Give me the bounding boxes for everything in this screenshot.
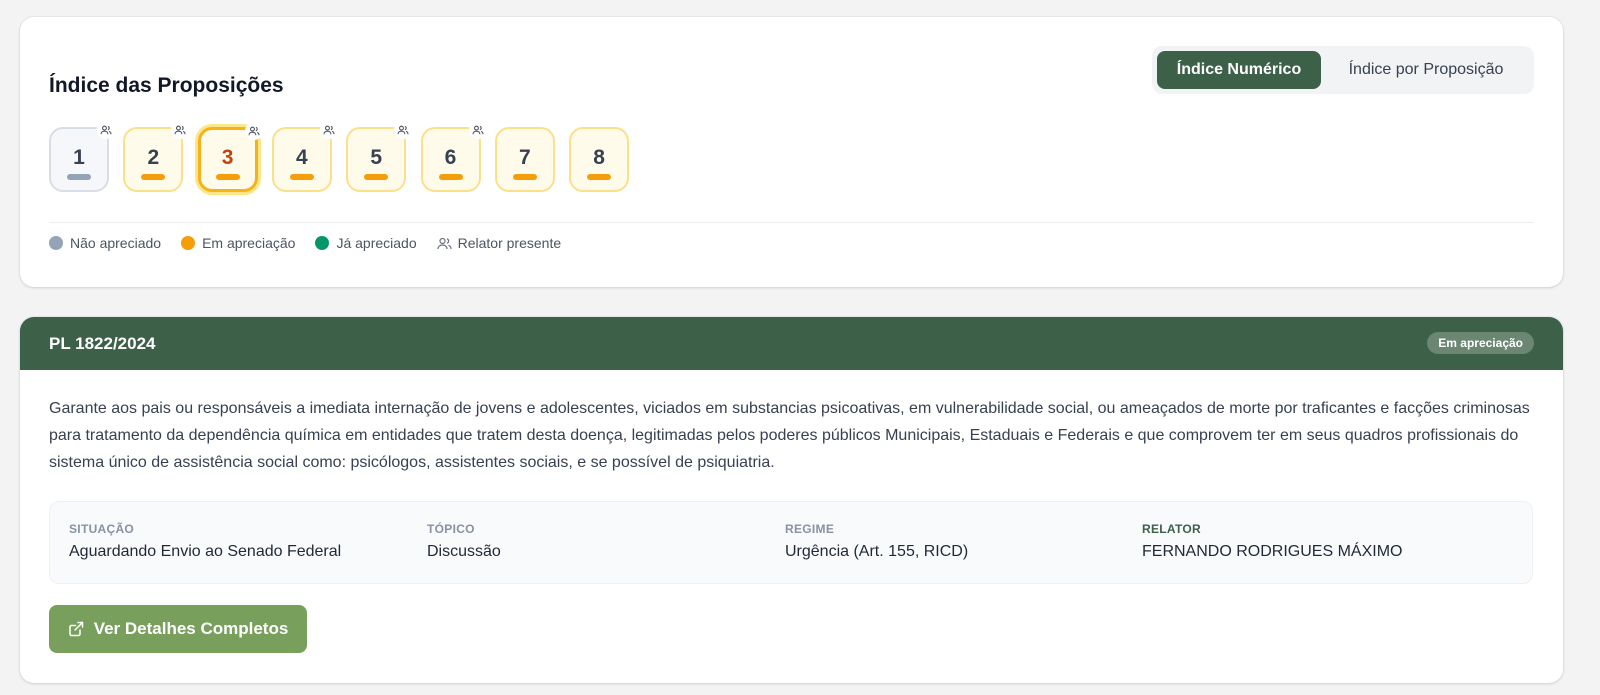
- users-icon: [468, 121, 487, 139]
- info-regime: REGIME Urgência (Art. 155, RICD): [785, 522, 968, 561]
- legend-item-ja-apreciado: Já apreciado: [315, 235, 417, 251]
- info-label: SITUAÇÃO: [69, 522, 135, 536]
- legend-dot-green: [315, 236, 330, 250]
- chip-status-bar: [364, 174, 389, 180]
- users-icon: [437, 237, 452, 250]
- divider: [49, 222, 1534, 223]
- legend-dot-orange: [181, 236, 196, 250]
- index-title: Índice das Proposições: [49, 74, 284, 97]
- users-icon: [244, 122, 263, 140]
- info-relator: RELATOR FERNANDO RODRIGUES MÁXIMO: [1142, 522, 1402, 561]
- index-view-toggle: Índice Numérico Índice por Proposição: [1152, 46, 1534, 94]
- info-value: Aguardando Envio ao Senado Federal: [69, 543, 342, 560]
- chip-number: 3: [221, 146, 234, 169]
- info-value: Urgência (Art. 155, RICD): [785, 543, 969, 560]
- chip-number: 1: [73, 146, 85, 169]
- proposition-chip-6[interactable]: 6: [420, 121, 487, 192]
- legend-label: Relator presente: [457, 235, 562, 251]
- chip-status-bar: [215, 174, 240, 180]
- chip-number: 6: [444, 146, 457, 169]
- status-legend: Não apreciado Em apreciação Já apreciado…: [49, 234, 581, 252]
- proposition-chip-5[interactable]: 5: [346, 121, 413, 192]
- legend-item-nao-apreciado: Não apreciado: [49, 235, 161, 251]
- chip-number: 5: [370, 146, 383, 169]
- users-icon: [319, 121, 338, 139]
- legend-dot-gray: [49, 236, 63, 250]
- proposition-header: PL 1822/2024 Em apreciação: [20, 317, 1563, 370]
- chip-status-bar: [512, 174, 537, 180]
- info-topico: TÓPICO Discussão: [427, 522, 501, 561]
- view-details-label: Ver Detalhes Completos: [93, 619, 289, 638]
- info-value: FERNANDO RODRIGUES MÁXIMO: [1142, 543, 1403, 560]
- tab-indice-por-proposicao[interactable]: Índice por Proposição: [1323, 51, 1529, 89]
- info-label: REGIME: [785, 522, 835, 536]
- info-label: TÓPICO: [427, 522, 475, 536]
- proposition-chip-8[interactable]: 8: [569, 127, 630, 192]
- proposition-chip-3[interactable]: 3: [197, 122, 263, 192]
- proposition-chip-1[interactable]: 1: [49, 121, 115, 192]
- chip-status-bar: [141, 174, 166, 180]
- external-link-icon: [68, 621, 83, 637]
- proposition-description: Garante aos pais ou responsáveis a imedi…: [49, 400, 1530, 471]
- chip-status-bar: [587, 174, 612, 180]
- legend-label: Em apreciação: [202, 235, 296, 251]
- status-badge: Em apreciação: [1427, 332, 1534, 354]
- chip-number: 8: [593, 146, 605, 169]
- proposition-chip-4[interactable]: 4: [271, 121, 338, 192]
- info-label: RELATOR: [1142, 522, 1201, 536]
- chip-status-bar: [289, 174, 314, 180]
- info-value: Discussão: [427, 543, 501, 560]
- chip-number: 2: [147, 146, 160, 169]
- legend-label: Já apreciado: [336, 235, 417, 251]
- proposition-chip-2[interactable]: 2: [123, 121, 190, 192]
- proposition-chip-7[interactable]: 7: [494, 127, 555, 192]
- tab-indice-numerico[interactable]: Índice Numérico: [1157, 51, 1321, 89]
- proposition-code: PL 1822/2024: [49, 334, 156, 353]
- users-icon: [171, 121, 190, 139]
- chip-status-bar: [438, 174, 463, 180]
- proposition-info-box: SITUAÇÃO Aguardando Envio ao Senado Fede…: [49, 501, 1533, 584]
- chip-number: 4: [296, 146, 308, 169]
- chip-status-bar: [67, 174, 91, 180]
- legend-item-relator-presente: Relator presente: [437, 235, 562, 251]
- view-details-button[interactable]: Ver Detalhes Completos: [49, 605, 307, 653]
- chip-number: 7: [518, 146, 531, 169]
- proposition-card: PL 1822/2024 Em apreciação Garante aos p…: [20, 317, 1563, 683]
- index-card: Índice das Proposições Índice Numérico Í…: [20, 17, 1563, 287]
- users-icon: [97, 121, 115, 139]
- info-situacao: SITUAÇÃO Aguardando Envio ao Senado Fede…: [69, 522, 341, 561]
- users-icon: [394, 121, 413, 139]
- legend-item-em-apreciacao: Em apreciação: [181, 235, 295, 251]
- legend-label: Não apreciado: [70, 235, 162, 251]
